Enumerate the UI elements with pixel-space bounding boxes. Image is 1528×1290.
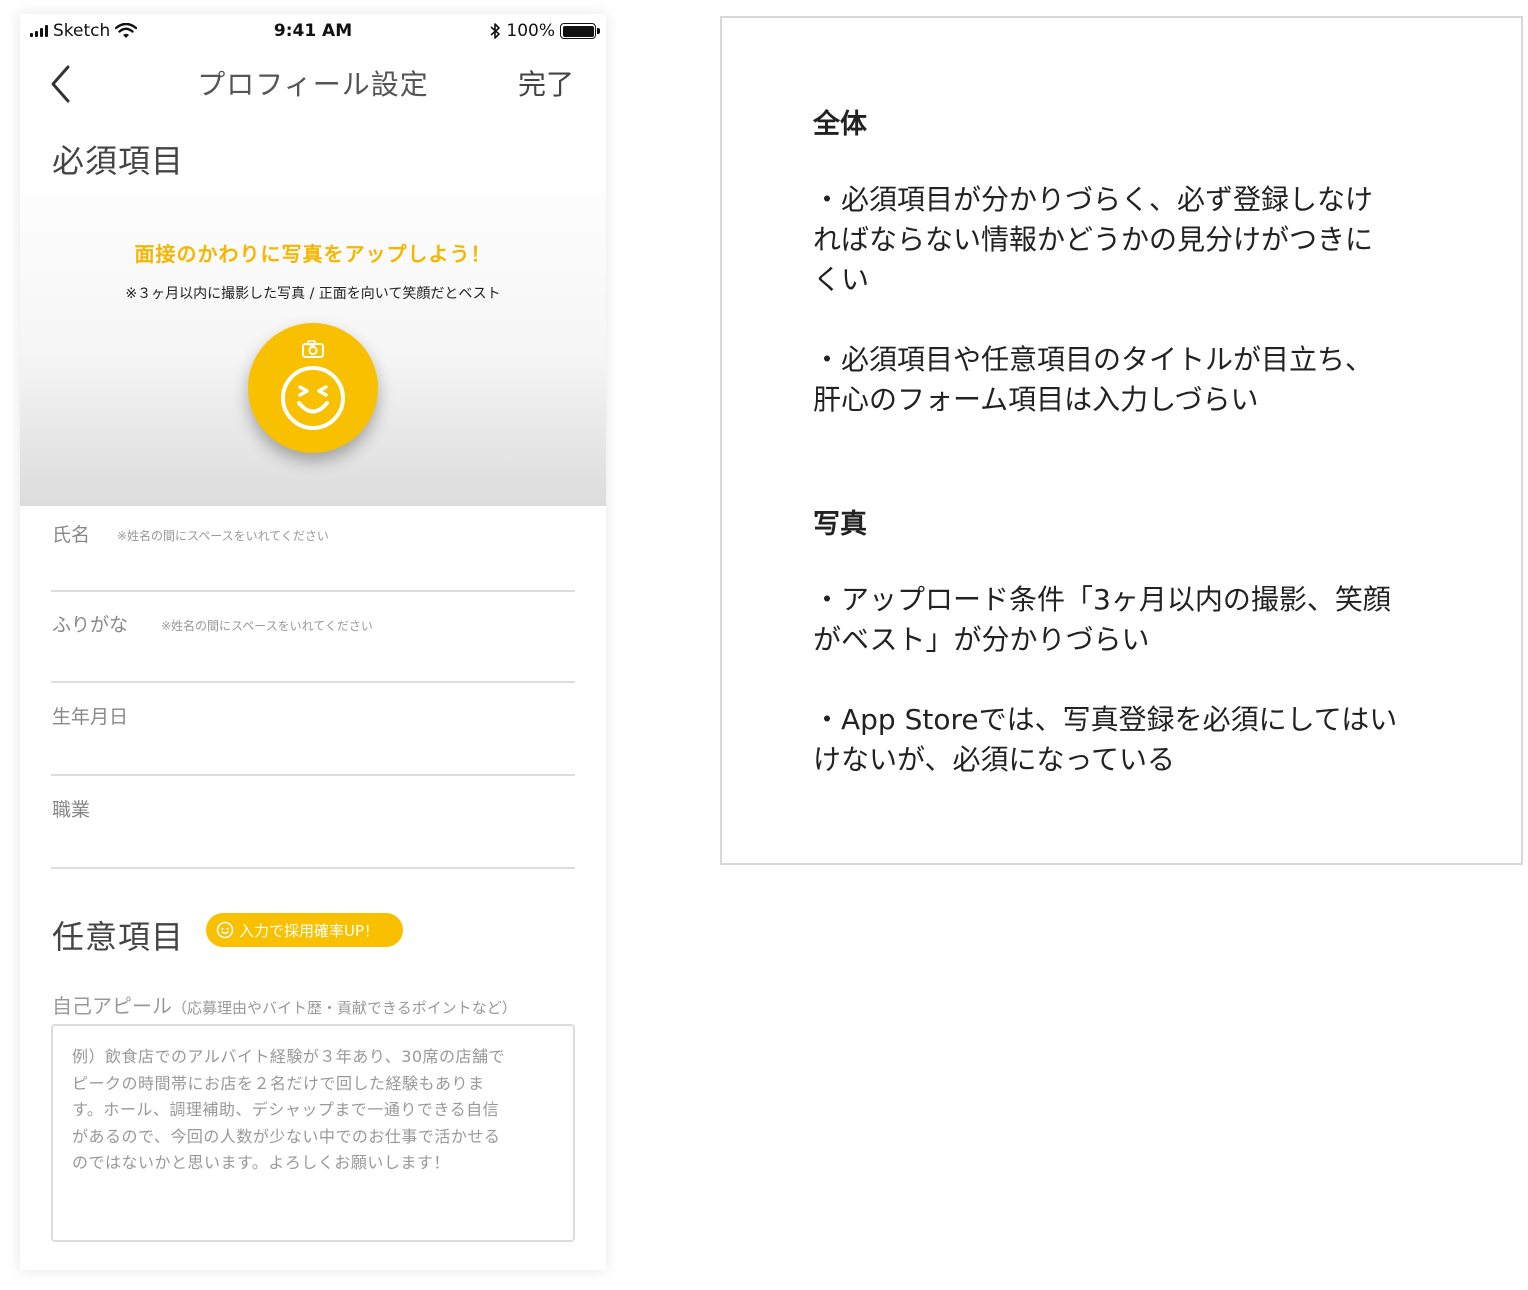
photo-headline: 面接のかわりに写真をアップしよう！: [134, 242, 492, 266]
required-section-title: 必須項目: [52, 142, 185, 180]
notes-heading-photo: 写真: [813, 509, 867, 540]
furigana-input[interactable]: [51, 643, 575, 679]
self-appeal-placeholder: 例）飲食店でのアルバイト経験が３年あり、30席の店舗で ピークの時間帯にお店を２…: [72, 1044, 558, 1177]
notes-line: ・App Storeでは、写真登録を必須にしてはい: [813, 703, 1398, 736]
battery-icon: [560, 23, 600, 39]
battery-percent: 100%: [506, 21, 555, 41]
occupation-input[interactable]: [51, 829, 575, 865]
photo-upload-button[interactable]: [248, 323, 378, 453]
placeholder-line: す。ホール、調理補助、デシャップまで一通りできる自信: [72, 1100, 500, 1119]
furigana-field-label: ふりがな: [52, 614, 129, 636]
birthdate-field[interactable]: 生年月日: [51, 695, 575, 776]
notes-line: ・必須項目や任意項目のタイトルが目立ち、: [813, 343, 1374, 376]
name-field-label: 氏名: [52, 524, 91, 546]
photo-upload-area: 面接のかわりに写真をアップしよう！ ※３ヶ月以内に撮影した写真 / 正面を向いて…: [20, 194, 606, 506]
furigana-field[interactable]: ふりがな ※姓名の間にスペースをいれてください: [51, 604, 575, 683]
notes-line: 肝心のフォーム項目は入力しづらい: [813, 383, 1259, 416]
name-field[interactable]: 氏名 ※姓名の間にスペースをいれてください: [51, 514, 575, 592]
photo-note: ※３ヶ月以内に撮影した写真 / 正面を向いて笑顔だとベスト: [125, 286, 501, 302]
camera-smile-icon: [281, 340, 345, 430]
phone-screen: Sketch 9:41 AM 100% プロフィール設定 完了 必須項目 面接の…: [20, 14, 606, 1270]
notes-line: ・アップロード条件「3ヶ月以内の撮影、笑顔: [813, 583, 1391, 616]
nav-bar: プロフィール設定 完了: [20, 50, 606, 116]
status-right: 100%: [489, 21, 600, 41]
name-input[interactable]: [51, 552, 575, 588]
self-appeal-textarea[interactable]: 例）飲食店でのアルバイト経験が３年あり、30席の店舗で ピークの時間帯にお店を２…: [51, 1024, 575, 1242]
review-notes-panel: 全体 ・必須項目が分かりづらく、必ず登録しなけ ればならない情報かどうかの見分け…: [720, 16, 1523, 865]
notes-item: ・App Storeでは、写真登録を必須にしてはい けないが、必須になっている: [813, 700, 1423, 780]
birthdate-input[interactable]: [51, 736, 575, 772]
notes-line: くい: [813, 263, 870, 296]
self-appeal-label: 自己アピール（応募理由やバイト歴・貢献できるポイントなど）: [52, 990, 517, 1019]
occupation-field-label: 職業: [52, 799, 91, 821]
notes-item: ・必須項目や任意項目のタイトルが目立ち、 肝心のフォーム項目は入力しづらい: [813, 340, 1423, 420]
input-bonus-badge: 入力で採用確率UP！: [206, 913, 403, 947]
furigana-field-hint: ※姓名の間にスペースをいれてください: [161, 619, 373, 633]
notes-line: ・必須項目が分かりづらく、必ず登録しなけ: [813, 183, 1374, 216]
done-button[interactable]: 完了: [518, 63, 574, 103]
occupation-field[interactable]: 職業: [51, 788, 575, 869]
notes-line: けないが、必須になっている: [813, 743, 1176, 776]
placeholder-line: 例）飲食店でのアルバイト経験が３年あり、30席の店舗で: [72, 1047, 506, 1066]
name-field-hint: ※姓名の間にスペースをいれてください: [117, 529, 329, 543]
battery-level: [562, 25, 594, 37]
badge-label: 入力で採用確率UP！: [239, 921, 380, 940]
status-bar: Sketch 9:41 AM 100%: [20, 14, 606, 50]
smile-icon: [216, 921, 234, 939]
self-appeal-label-main: 自己アピール: [52, 994, 172, 1018]
placeholder-line: のではないかと思います。よろしくお願いします！: [72, 1153, 450, 1172]
notes-line: ればならない情報かどうかの見分けがつきに: [813, 223, 1374, 256]
notes-heading-overall: 全体: [813, 109, 867, 140]
optional-section-title: 任意項目: [52, 918, 185, 956]
bluetooth-icon: [490, 23, 501, 39]
notes-line: がベスト」が分かりづらい: [813, 623, 1150, 656]
birthdate-field-label: 生年月日: [52, 706, 129, 728]
placeholder-line: があるので、今回の人数が少ない中でのお仕事で活かせる: [72, 1126, 501, 1146]
notes-item: ・必須項目が分かりづらく、必ず登録しなけ ればならない情報かどうかの見分けがつき…: [813, 180, 1423, 300]
self-appeal-label-sub: （応募理由やバイト歴・貢献できるポイントなど）: [172, 999, 517, 1017]
notes-item: ・アップロード条件「3ヶ月以内の撮影、笑顔 がベスト」が分かりづらい: [813, 580, 1423, 660]
placeholder-line: ピークの時間帯にお店を２名だけで回した経験もありま: [72, 1073, 485, 1093]
